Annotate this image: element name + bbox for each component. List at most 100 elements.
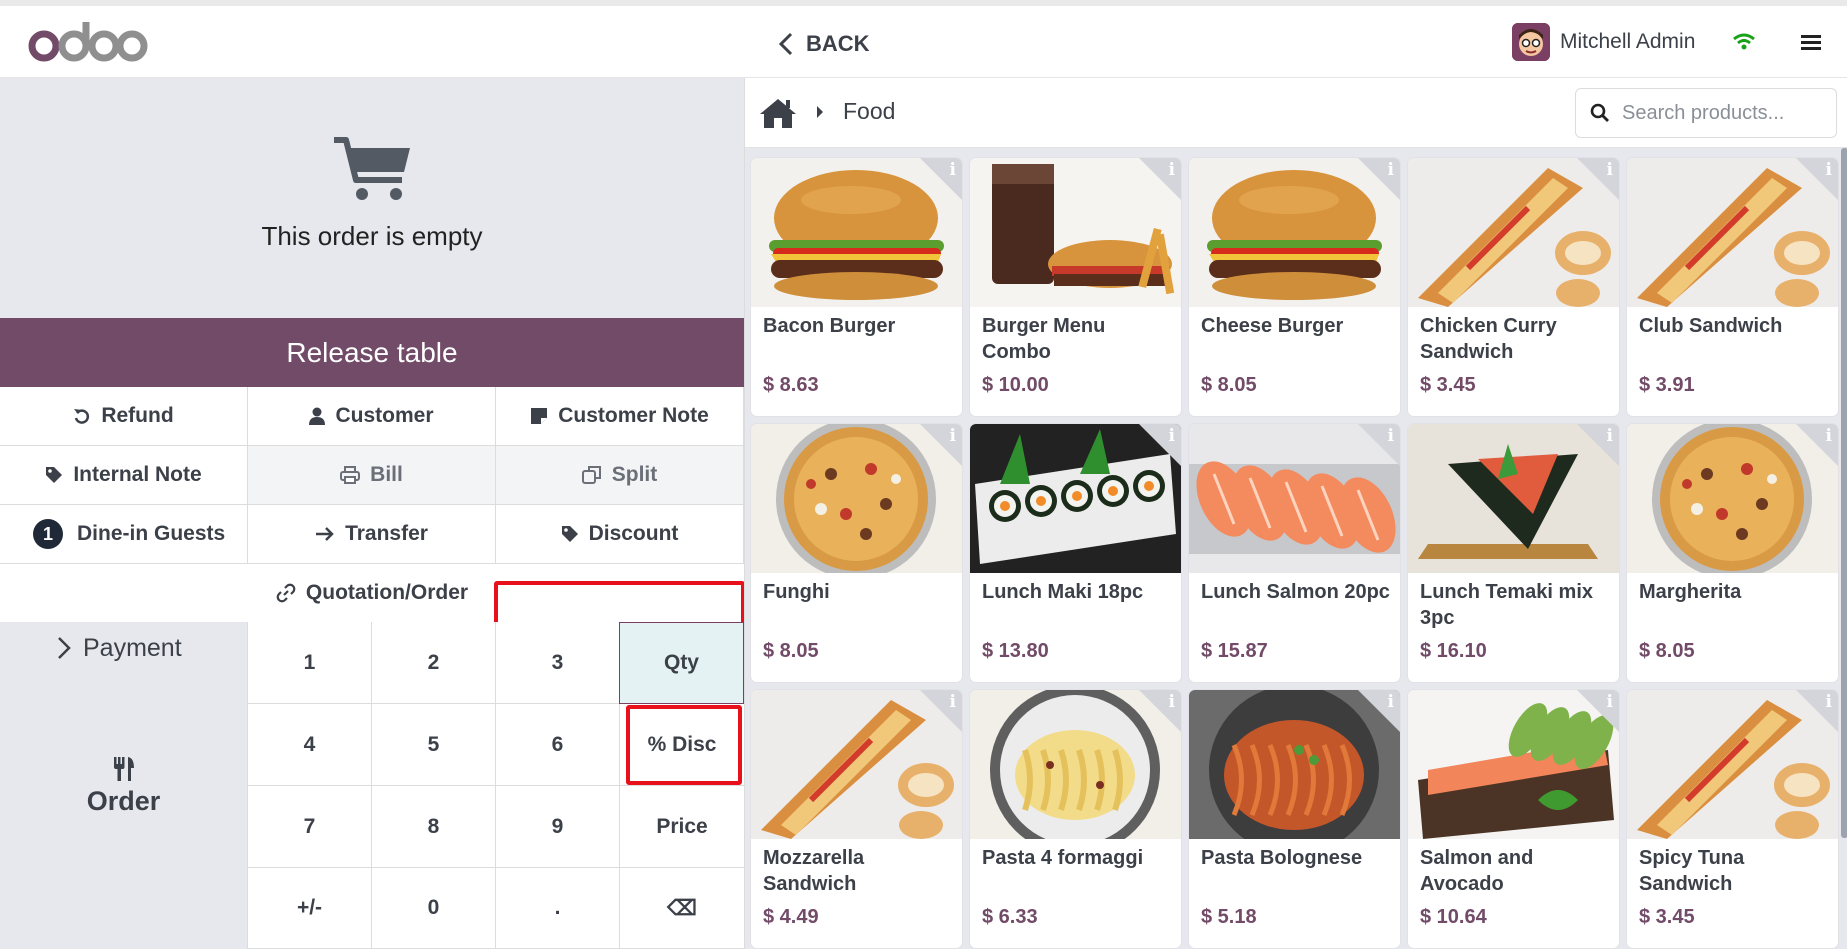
- info-icon[interactable]: i: [1826, 692, 1832, 712]
- product-card[interactable]: i Pasta Bolognese $ 5.18: [1189, 690, 1400, 948]
- key-5[interactable]: 5: [371, 704, 495, 786]
- product-card[interactable]: i Mozzarella Sandwich $ 4.49: [751, 690, 962, 948]
- info-icon[interactable]: i: [950, 692, 956, 712]
- info-icon[interactable]: i: [1388, 160, 1394, 180]
- bill-button[interactable]: Bill: [248, 446, 496, 505]
- info-icon[interactable]: i: [1169, 692, 1175, 712]
- decimal-key[interactable]: .: [495, 868, 619, 949]
- product-card[interactable]: i Burger Menu Combo $ 10.00: [970, 158, 1181, 416]
- discount-key[interactable]: % Disc: [619, 704, 744, 786]
- payment-button[interactable]: Payment: [57, 628, 182, 668]
- product-card[interactable]: i Margherita $ 8.05: [1627, 424, 1838, 682]
- breadcrumb-category[interactable]: Food: [843, 98, 895, 125]
- info-icon[interactable]: i: [1826, 426, 1832, 446]
- key-3[interactable]: 3: [495, 622, 619, 704]
- odoo-logo-mark: [28, 22, 148, 62]
- price-key[interactable]: Price: [619, 786, 744, 868]
- order-button[interactable]: Order: [0, 756, 247, 817]
- product-card[interactable]: i Funghi $ 8.05: [751, 424, 962, 682]
- user-menu[interactable]: Mitchell Admin: [1512, 22, 1695, 62]
- info-icon[interactable]: i: [1607, 160, 1613, 180]
- release-table-button[interactable]: Release table: [0, 318, 744, 387]
- product-name: Lunch Temaki mix 3pc: [1420, 581, 1594, 629]
- transfer-button[interactable]: Transfer: [248, 505, 496, 564]
- backspace-key[interactable]: ⌫: [619, 868, 744, 949]
- product-price: $ 10.00: [982, 374, 1049, 396]
- key-9[interactable]: 9: [495, 786, 619, 868]
- product-card[interactable]: i Spicy Tuna Sandwich $ 3.45: [1627, 690, 1838, 948]
- product-name: Bacon Burger: [763, 315, 896, 337]
- search-input[interactable]: [1622, 101, 1822, 125]
- product-card[interactable]: i Lunch Maki 18pc $ 13.80: [970, 424, 1181, 682]
- cart-icon: [334, 137, 410, 200]
- key-2[interactable]: 2: [371, 622, 495, 704]
- hamburger-menu-icon[interactable]: [1801, 32, 1823, 57]
- odoo-logo[interactable]: odoo: [28, 20, 148, 75]
- product-card[interactable]: i Bacon Burger $ 8.63: [751, 158, 962, 416]
- plus-minus-key[interactable]: +/-: [247, 868, 371, 949]
- info-icon[interactable]: i: [1388, 692, 1394, 712]
- refund-label: Refund: [101, 404, 174, 427]
- product-name: Spicy Tuna Sandwich: [1639, 847, 1745, 895]
- product-price: $ 5.18: [1201, 906, 1257, 928]
- undo-icon: [74, 409, 90, 424]
- product-card[interactable]: i Lunch Temaki mix 3pc $ 16.10: [1408, 424, 1619, 682]
- utensils-icon: [113, 757, 134, 781]
- dine-in-guests-button[interactable]: 1 Dine-in Guests: [0, 505, 248, 564]
- info-icon[interactable]: i: [1607, 692, 1613, 712]
- product-price: $ 3.45: [1420, 374, 1476, 396]
- info-icon[interactable]: i: [950, 426, 956, 446]
- product-price: $ 4.49: [763, 906, 819, 928]
- product-price: $ 10.64: [1420, 906, 1487, 928]
- product-card[interactable]: i Chicken Curry Sandwich $ 3.45: [1408, 158, 1619, 416]
- product-card[interactable]: i Cheese Burger $ 8.05: [1189, 158, 1400, 416]
- numpad: 1 2 3 Qty 4 5 6% Disc 7 8 9 Price +/- 0. ⌫: [247, 622, 744, 949]
- key-1[interactable]: 1: [247, 622, 371, 704]
- split-label: Split: [611, 463, 658, 486]
- info-icon[interactable]: i: [950, 160, 956, 180]
- product-card[interactable]: i Pasta 4 formaggi $ 6.33: [970, 690, 1181, 948]
- info-icon[interactable]: i: [1607, 426, 1613, 446]
- search-box: [1575, 88, 1837, 138]
- product-price: $ 13.80: [982, 640, 1049, 662]
- user-avatar-icon: [1512, 23, 1550, 61]
- product-card[interactable]: i Lunch Salmon 20pc $ 15.87: [1189, 424, 1400, 682]
- quotation-order-button[interactable]: Quotation/Order: [0, 564, 744, 623]
- key-6[interactable]: 6: [495, 704, 619, 786]
- qty-key[interactable]: Qty: [619, 622, 744, 704]
- key-4[interactable]: 4: [247, 704, 371, 786]
- caret-right-icon: [815, 104, 825, 125]
- refund-button[interactable]: Refund: [0, 387, 248, 446]
- product-name: Mozzarella Sandwich: [763, 847, 865, 895]
- info-icon[interactable]: i: [1169, 426, 1175, 446]
- payment-area: Payment Order: [0, 622, 247, 949]
- home-icon[interactable]: [759, 97, 797, 134]
- info-icon[interactable]: i: [1826, 160, 1832, 180]
- arrow-right-icon: [316, 527, 334, 541]
- product-card[interactable]: i Salmon and Avocado $ 10.64: [1408, 690, 1619, 948]
- customer-note-button[interactable]: Customer Note: [496, 387, 744, 446]
- chevron-right-icon: [58, 637, 71, 659]
- product-name: Lunch Maki 18pc: [982, 581, 1144, 603]
- key-7[interactable]: 7: [247, 786, 371, 868]
- product-name: Salmon and Avocado: [1420, 847, 1534, 895]
- avatar: [1512, 23, 1550, 61]
- key-0[interactable]: 0: [371, 868, 495, 949]
- split-button[interactable]: Split: [496, 446, 744, 505]
- info-icon[interactable]: i: [1169, 160, 1175, 180]
- customer-button[interactable]: Customer: [248, 387, 496, 446]
- printer-icon: [340, 466, 361, 484]
- discount-button[interactable]: Discount: [496, 505, 744, 564]
- product-name: Pasta Bolognese: [1201, 847, 1363, 869]
- back-button[interactable]: BACK: [778, 26, 870, 62]
- info-icon[interactable]: i: [1388, 426, 1394, 446]
- product-name: Cheese Burger: [1201, 315, 1344, 337]
- internal-note-button[interactable]: Internal Note: [0, 446, 248, 505]
- key-8[interactable]: 8: [371, 786, 495, 868]
- tag-icon: [46, 467, 63, 483]
- scrollbar[interactable]: [1841, 148, 1847, 838]
- product-price: $ 8.05: [763, 640, 819, 662]
- product-card[interactable]: i Club Sandwich $ 3.91: [1627, 158, 1838, 416]
- search-icon: [1590, 103, 1609, 122]
- product-price: $ 3.45: [1639, 906, 1695, 928]
